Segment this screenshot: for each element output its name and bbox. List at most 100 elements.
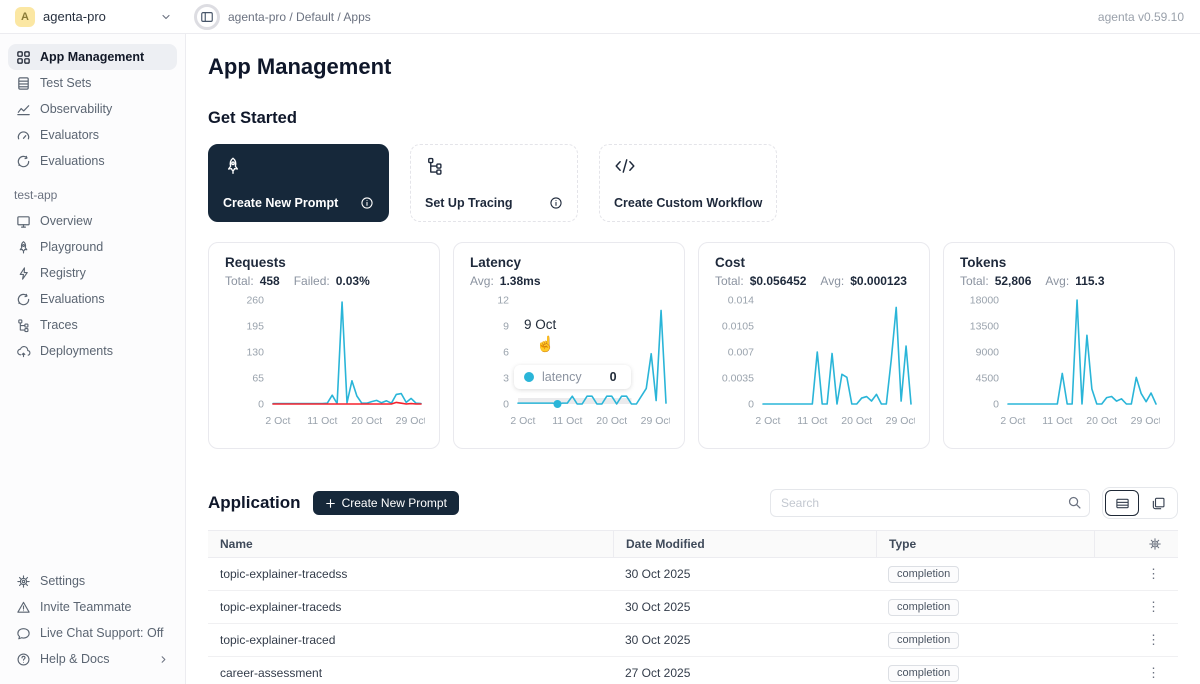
app-name: topic-explainer-tracedss: [208, 567, 613, 581]
sidebar-item-live-chat-support[interactable]: Live Chat Support: Off: [8, 620, 177, 646]
app-date: 30 Oct 2025: [613, 567, 876, 581]
plus-icon: [325, 498, 336, 509]
app-name: topic-explainer-traced: [208, 633, 613, 647]
column-header-date-modified[interactable]: Date Modified: [613, 531, 876, 557]
sidebar-item-registry[interactable]: Registry: [8, 260, 177, 286]
svg-text:11 Oct: 11 Oct: [552, 415, 582, 427]
info-icon[interactable]: [549, 196, 563, 210]
svg-text:2 Oct: 2 Oct: [1000, 415, 1025, 427]
svg-text:29 Oct: 29 Oct: [641, 415, 670, 427]
grid-icon: [16, 50, 31, 65]
app-date: 27 Oct 2025: [613, 666, 876, 680]
card-label: Create Custom Workflow: [614, 196, 762, 210]
sidebar-item-observability[interactable]: Observability: [8, 96, 177, 122]
gauge-icon: [16, 128, 31, 143]
sidebar-item-test-sets[interactable]: Test Sets: [8, 70, 177, 96]
sidebar-toggle-button[interactable]: [194, 4, 220, 30]
table-row[interactable]: topic-explainer-traced 30 Oct 2025 compl…: [208, 624, 1178, 657]
applications-table: Name Date Modified Type topic-explainer-…: [208, 530, 1178, 684]
workspace-selector[interactable]: A agenta-pro: [0, 7, 186, 27]
sidebar-item-deployments[interactable]: Deployments: [8, 338, 177, 364]
info-icon[interactable]: [360, 196, 374, 210]
svg-text:13500: 13500: [970, 321, 999, 333]
sidebar-item-evaluators[interactable]: Evaluators: [8, 122, 177, 148]
row-menu-button[interactable]: ⋮: [1094, 632, 1178, 648]
chart-stats: Total:458 Failed:0.03%: [225, 274, 423, 288]
sidebar-item-settings[interactable]: Settings: [8, 568, 177, 594]
sidebar-item-app-management[interactable]: App Management: [8, 44, 177, 70]
chart-title: Tokens: [960, 255, 1158, 270]
svg-text:0.0035: 0.0035: [722, 373, 754, 385]
svg-text:0: 0: [258, 399, 264, 411]
search-icon[interactable]: [1067, 495, 1082, 515]
card-view-button[interactable]: [1141, 490, 1175, 516]
sidebar-item-playground[interactable]: Playground: [8, 234, 177, 260]
svg-text:11 Oct: 11 Oct: [797, 415, 827, 427]
row-menu-button[interactable]: ⋮: [1094, 665, 1178, 681]
chart-stats: Total:52,806 Avg:115.3: [960, 274, 1158, 288]
sidebar-item-evaluations[interactable]: Evaluations: [8, 148, 177, 174]
sidebar-item-label: Settings: [40, 574, 85, 588]
sidebar-item-label: Registry: [40, 266, 86, 280]
svg-text:4500: 4500: [976, 373, 1000, 385]
row-menu-button[interactable]: ⋮: [1094, 566, 1178, 582]
card-view-icon: [1151, 496, 1166, 511]
svg-text:12: 12: [497, 295, 509, 307]
sidebar-item-label: Test Sets: [40, 76, 91, 90]
type-badge: completion: [888, 599, 959, 616]
question-circle-icon: [16, 652, 31, 667]
tokens-line-chart: 04500900013500180002 Oct11 Oct20 Oct29 O…: [960, 288, 1160, 428]
app-name: career-assessment: [208, 666, 613, 680]
create-custom-workflow-card[interactable]: Create Custom Workflow: [599, 144, 777, 222]
app-name: topic-explainer-traceds: [208, 600, 613, 614]
cost-line-chart: 00.00350.0070.01050.0142 Oct11 Oct20 Oct…: [715, 288, 915, 428]
column-header-name[interactable]: Name: [208, 531, 613, 557]
latency-chart-card: Latency Avg:1.38ms 0369122 Oct11 Oct20 O…: [453, 242, 685, 449]
gear-icon: [16, 574, 31, 589]
chart-stats: Avg:1.38ms: [470, 274, 668, 288]
create-new-prompt-card[interactable]: Create New Prompt: [208, 144, 389, 222]
workspace-name: agenta-pro: [43, 9, 106, 24]
svg-text:6: 6: [503, 347, 509, 359]
sidebar-item-traces[interactable]: Traces: [8, 312, 177, 338]
table-row[interactable]: topic-explainer-tracedss 30 Oct 2025 com…: [208, 558, 1178, 591]
series-value: 0: [610, 370, 617, 384]
app-version: agenta v0.59.10: [1098, 10, 1200, 24]
sidebar-item-help-docs[interactable]: Help & Docs: [8, 646, 177, 672]
sidebar-item-overview[interactable]: Overview: [8, 208, 177, 234]
sidebar-item-label: App Management: [40, 50, 144, 64]
type-badge: completion: [888, 632, 959, 649]
page-title: App Management: [208, 54, 1178, 80]
create-new-prompt-button[interactable]: Create New Prompt: [313, 491, 459, 515]
row-menu-button[interactable]: ⋮: [1094, 599, 1178, 615]
svg-text:0.014: 0.014: [728, 295, 754, 307]
search-input[interactable]: [770, 489, 1090, 517]
svg-text:11 Oct: 11 Oct: [1042, 415, 1072, 427]
sidebar-item-app-evaluations[interactable]: Evaluations: [8, 286, 177, 312]
column-settings-button[interactable]: [1094, 531, 1178, 557]
table-view-button[interactable]: [1105, 490, 1139, 516]
svg-text:29 Oct: 29 Oct: [396, 415, 425, 427]
table-row[interactable]: career-assessment 27 Oct 2025 completion…: [208, 657, 1178, 684]
view-toggle-group: [1102, 487, 1178, 519]
test-sets-icon: [16, 76, 31, 91]
table-row[interactable]: topic-explainer-traceds 30 Oct 2025 comp…: [208, 591, 1178, 624]
svg-text:0: 0: [503, 399, 509, 411]
code-icon: [614, 156, 636, 176]
set-up-tracing-card[interactable]: Set Up Tracing: [410, 144, 578, 222]
chart-line-icon: [16, 102, 31, 117]
refresh-icon: [16, 154, 31, 169]
svg-text:3: 3: [503, 373, 509, 385]
svg-text:195: 195: [246, 321, 264, 333]
monitor-icon: [16, 214, 31, 229]
application-heading: Application: [208, 493, 301, 513]
tree-icon: [425, 156, 445, 176]
gear-icon: [1148, 537, 1162, 551]
chart-stats: Total:$0.056452 Avg:$0.000123: [715, 274, 913, 288]
column-header-type[interactable]: Type: [876, 531, 1094, 557]
tokens-chart-card: Tokens Total:52,806 Avg:115.3 0450090001…: [943, 242, 1175, 449]
breadcrumb[interactable]: agenta-pro / Default / Apps: [228, 10, 371, 24]
sidebar-item-invite-teammate[interactable]: Invite Teammate: [8, 594, 177, 620]
chart-title: Cost: [715, 255, 913, 270]
lightning-icon: [16, 266, 31, 281]
